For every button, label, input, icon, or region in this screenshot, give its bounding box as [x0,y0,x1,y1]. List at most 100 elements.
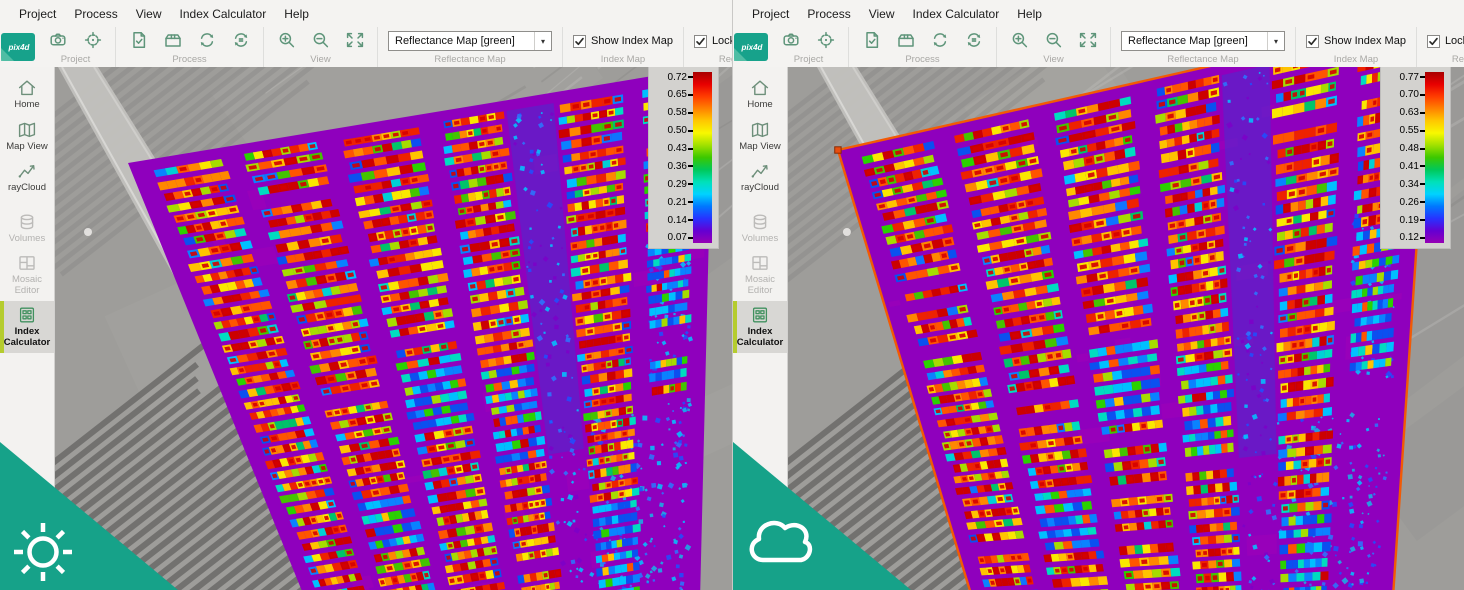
toolbar-group-label: View [310,54,331,65]
reprocess-button[interactable] [927,30,952,53]
legend-value: 0.41 [1399,160,1419,172]
toolbar-group-view: View [996,27,1110,67]
legend-value: 0.55 [1399,125,1419,137]
mosaic-editor-icon [16,253,38,274]
sidebar-item-index-calculator[interactable]: Index Calculator [0,301,54,353]
zoom-out-button[interactable] [1041,30,1066,53]
camera-icon [48,30,70,53]
update-index-button[interactable] [961,30,986,53]
sync-icon [196,30,218,53]
processing-options-button[interactable] [859,30,884,53]
map-icon [749,120,771,141]
camera-button[interactable] [46,30,71,53]
legend-value: 0.12 [1399,232,1419,244]
show-index-map-checkbox[interactable]: Show Index Map [573,30,673,52]
sidebar-item-label: Map View [6,140,48,152]
menu-item-index-calculator[interactable]: Index Calculator [171,5,276,23]
legend-value: 0.48 [1399,143,1419,154]
document-check-icon [128,30,150,53]
reflectance-map-select[interactable]: Reflectance Map [green] ▾ [388,31,552,51]
menu-item-view[interactable]: View [127,5,171,23]
pix4d-logo: pix4d [733,27,769,67]
fit-view-button[interactable] [1075,30,1100,53]
lock-regions-checkbox[interactable]: Lock Regions [1426,30,1464,52]
chevron-down-icon: ▾ [1267,32,1284,50]
crosshair-button[interactable] [80,30,105,53]
legend-value: 0.43 [667,143,687,154]
zoom-in-button[interactable] [274,30,299,53]
chevron-down-icon: ▾ [534,32,551,50]
zoom-out-button[interactable] [308,30,333,53]
legend-value: 0.63 [1399,107,1419,119]
toolbar: pix4d Project Process View Reflectance M… [0,27,732,67]
toolbar-group-process: Process [115,27,263,67]
lock-regions-checkbox[interactable]: Lock Regions [693,30,732,52]
toolbar-group-regions: Lock Regions Regions [682,27,732,67]
toolbar-group-index-map: Show Index Map Index Map [562,27,683,67]
checkbox-label: Show Index Map [591,35,673,47]
map-view[interactable]: 0.72 0.65 0.58 0.50 0.43 0.36 0.29 0.21 … [55,67,732,590]
sidebar-divider [0,199,54,208]
sidebar-item-map-view[interactable]: Map View [733,116,787,158]
menu-item-project[interactable]: Project [10,5,65,23]
legend-value: 0.50 [667,125,687,137]
legend-value: 0.34 [1399,178,1419,190]
reflectance-map-select[interactable]: Reflectance Map [green] ▾ [1121,31,1285,51]
toolbar-group-process: Process [848,27,996,67]
sidebar-item-label: Volumes [741,232,779,244]
menu-item-process[interactable]: Process [798,5,859,23]
sidebar-item-home[interactable]: Home [0,74,54,116]
reflectance-map-select-value: Reflectance Map [green] [1128,35,1248,47]
checkbox-label: Lock Regions [1444,35,1464,47]
sidebar-item-label: rayCloud [7,182,47,193]
camera-button[interactable] [779,30,804,53]
legend-value: 0.07 [667,232,687,244]
map-canvas[interactable] [55,67,732,590]
sidebar-item-raycloud[interactable]: rayCloud [733,157,787,199]
volumes-icon [16,212,38,233]
legend-value: 0.36 [667,160,687,172]
index-legend: 0.72 0.65 0.58 0.50 0.43 0.36 0.29 0.21 … [648,67,719,249]
map-view[interactable]: 0.77 0.70 0.63 0.55 0.48 0.41 0.34 0.26 … [788,67,1464,590]
index-calculator-icon [16,305,38,326]
sidebar-item-label: Home [14,99,40,110]
menu-item-project[interactable]: Project [743,5,798,23]
zoom-out-icon [1043,30,1065,53]
zoom-in-button[interactable] [1007,30,1032,53]
fit-view-button[interactable] [342,30,367,53]
legend-value: 0.77 [1399,71,1419,83]
menu-item-help[interactable]: Help [275,5,318,23]
sidebar-item-index-calculator[interactable]: Index Calculator [733,301,787,353]
menu-item-process[interactable]: Process [65,5,126,23]
toolbar-group-label: Regions [718,54,732,65]
zoom-in-icon [1009,30,1031,53]
menu-item-view[interactable]: View [860,5,904,23]
toolbar-group-label: Reflectance Map [1167,54,1239,65]
menu-item-help[interactable]: Help [1008,5,1051,23]
update-index-button[interactable] [228,30,253,53]
sidebar-item-raycloud[interactable]: rayCloud [0,157,54,199]
index-calculator-icon [749,305,771,326]
sidebar-item-home[interactable]: Home [733,74,787,116]
legend-value: 0.21 [667,196,687,208]
sidebar-item-mosaic-editor: Mosaic Editor [733,249,787,301]
menu-item-index-calculator[interactable]: Index Calculator [904,5,1009,23]
checkbox-check-icon [1426,34,1440,48]
crosshair-button[interactable] [813,30,838,53]
legend-value: 0.26 [1399,196,1419,208]
open-results-button[interactable] [160,30,185,53]
processing-options-button[interactable] [126,30,151,53]
sidebar-item-map-view[interactable]: Map View [0,116,54,158]
index-legend: 0.77 0.70 0.63 0.55 0.48 0.41 0.34 0.26 … [1380,67,1451,249]
map-canvas[interactable] [788,67,1464,590]
app-window: Project Process View Index Calculator He… [732,0,1464,590]
reprocess-button[interactable] [194,30,219,53]
crosshair-icon [82,30,104,53]
zoom-out-icon [310,30,332,53]
sidebar: Home Map View rayCloud Volumes Mosaic Ed… [733,67,788,590]
crosshair-icon [815,30,837,53]
raycloud-icon [16,161,38,182]
toolbar-group-label: Process [172,54,207,65]
open-results-button[interactable] [893,30,918,53]
show-index-map-checkbox[interactable]: Show Index Map [1306,30,1406,52]
